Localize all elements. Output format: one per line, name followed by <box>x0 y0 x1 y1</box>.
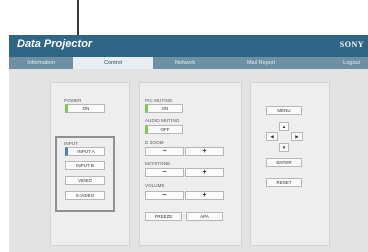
audio-muting-label: AUDIO MUTING <box>145 118 180 123</box>
sony-logo: SONY <box>339 40 364 49</box>
volume-label: VOLUME <box>145 183 165 188</box>
d-zoom-plus-button[interactable]: + <box>185 147 224 156</box>
d-zoom-minus-button[interactable]: − <box>145 147 184 156</box>
logout-link[interactable]: Logout <box>343 57 360 69</box>
power-label: POWER <box>64 98 82 103</box>
enter-button[interactable]: ENTER <box>266 158 302 167</box>
app-header: Data Projector SONY <box>9 35 368 57</box>
audio-muting-off-button[interactable]: OFF <box>145 125 183 134</box>
arrow-right-icon[interactable]: ▶ <box>291 132 303 141</box>
tab-network[interactable]: Network <box>153 57 217 69</box>
tab-mail-report[interactable]: Mail Report <box>217 57 305 69</box>
pic-muting-on-button[interactable]: ON <box>145 104 183 113</box>
tab-bar: Information Control Network Mail Report … <box>9 57 368 69</box>
volume-minus-button[interactable]: − <box>145 191 184 200</box>
menu-button[interactable]: MENU <box>266 106 302 115</box>
volume-plus-button[interactable]: + <box>185 191 224 200</box>
reset-button[interactable]: RESET <box>266 178 302 187</box>
input-highlight-frame <box>55 136 115 212</box>
keystone-label: KEYSTONE <box>145 161 171 166</box>
freeze-button[interactable]: FREEZE <box>145 212 182 221</box>
pic-muting-label: PIC MUTING <box>145 98 173 103</box>
app-title: Data Projector <box>17 38 93 50</box>
tab-information[interactable]: Information <box>9 57 73 69</box>
arrow-up-icon[interactable]: ▲ <box>279 122 289 131</box>
arrow-down-icon[interactable]: ▼ <box>279 143 289 152</box>
tab-control[interactable]: Control <box>73 57 153 69</box>
keystone-minus-button[interactable]: − <box>145 168 184 177</box>
power-on-button[interactable]: ON <box>65 104 105 113</box>
apa-button[interactable]: APA <box>186 212 223 221</box>
d-zoom-label: D ZOOM <box>145 140 164 145</box>
arrow-left-icon[interactable]: ◀ <box>266 132 278 141</box>
keystone-plus-button[interactable]: + <box>185 168 224 177</box>
